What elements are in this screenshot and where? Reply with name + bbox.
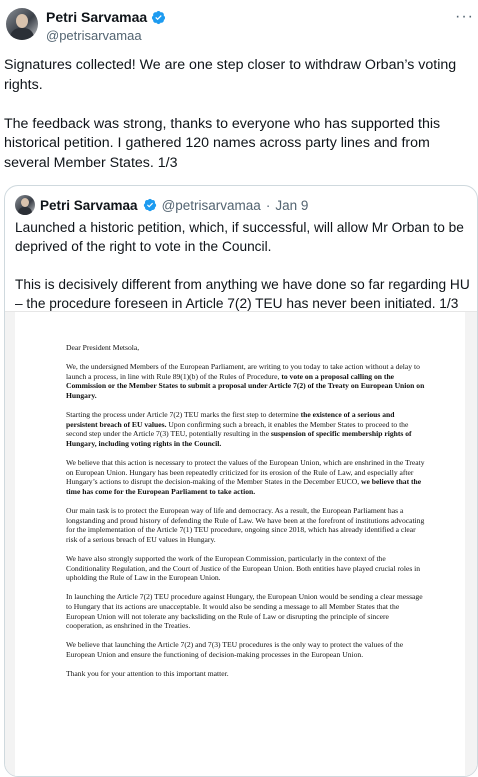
letter-page: Dear President Metsola, We, the undersig…	[15, 312, 465, 776]
quoted-author-handle: @petrisarvamaa	[161, 197, 261, 213]
attached-document-image[interactable]: Dear President Metsola, We, the undersig…	[5, 311, 477, 776]
verified-badge-icon	[152, 10, 166, 24]
dot-separator: ·	[265, 197, 271, 213]
quoted-tweet-date: Jan 9	[275, 197, 309, 213]
tweet-text: Signatures collected! We are one step cl…	[4, 57, 457, 171]
avatar-face	[16, 14, 28, 28]
author-handle[interactable]: @petrisarvamaa	[46, 28, 142, 43]
letter-paragraph: In launching the Article 7(2) TEU proced…	[66, 592, 423, 631]
quoted-tweet-header: Petri Sarvamaa @petrisarvamaa · Jan 9	[15, 195, 308, 215]
quoted-tweet-text: Launched a historic petition, which, if …	[15, 220, 470, 311]
more-options-icon[interactable]: ···	[455, 8, 474, 26]
verified-badge-icon	[143, 198, 156, 212]
letter-closing: Thank you for your attention to this imp…	[66, 669, 229, 679]
letter-paragraph: Our main task is to protect the European…	[66, 506, 425, 544]
letter-paragraph: We believe that this action is necessary…	[66, 458, 427, 496]
letter-text: Starting the process under Article 7(2) …	[66, 410, 301, 420]
letter-paragraph: We have also strongly supported the work…	[66, 554, 421, 583]
avatar-face	[21, 198, 29, 207]
author-avatar[interactable]	[6, 8, 38, 40]
letter-paragraph: Starting the process under Article 7(2) …	[66, 410, 427, 448]
author-name[interactable]: Petri Sarvamaa	[46, 9, 147, 25]
tweet-header: Petri Sarvamaa @petrisarvamaa ···	[0, 0, 478, 50]
letter-body: Dear President Metsola, We, the undersig…	[66, 343, 427, 688]
quoted-author-avatar	[15, 195, 35, 215]
author-name-row: Petri Sarvamaa	[46, 9, 166, 25]
quoted-author-name: Petri Sarvamaa	[40, 197, 138, 213]
avatar-suit	[18, 207, 32, 215]
letter-salutation: Dear President Metsola,	[66, 343, 140, 352]
quoted-tweet[interactable]: Petri Sarvamaa @petrisarvamaa · Jan 9 La…	[4, 185, 478, 777]
letter-paragraph: We believe that launching the Article 7(…	[66, 640, 404, 659]
avatar-suit	[10, 28, 34, 40]
letter-paragraph: We, the undersigned Members of the Europ…	[66, 362, 427, 400]
